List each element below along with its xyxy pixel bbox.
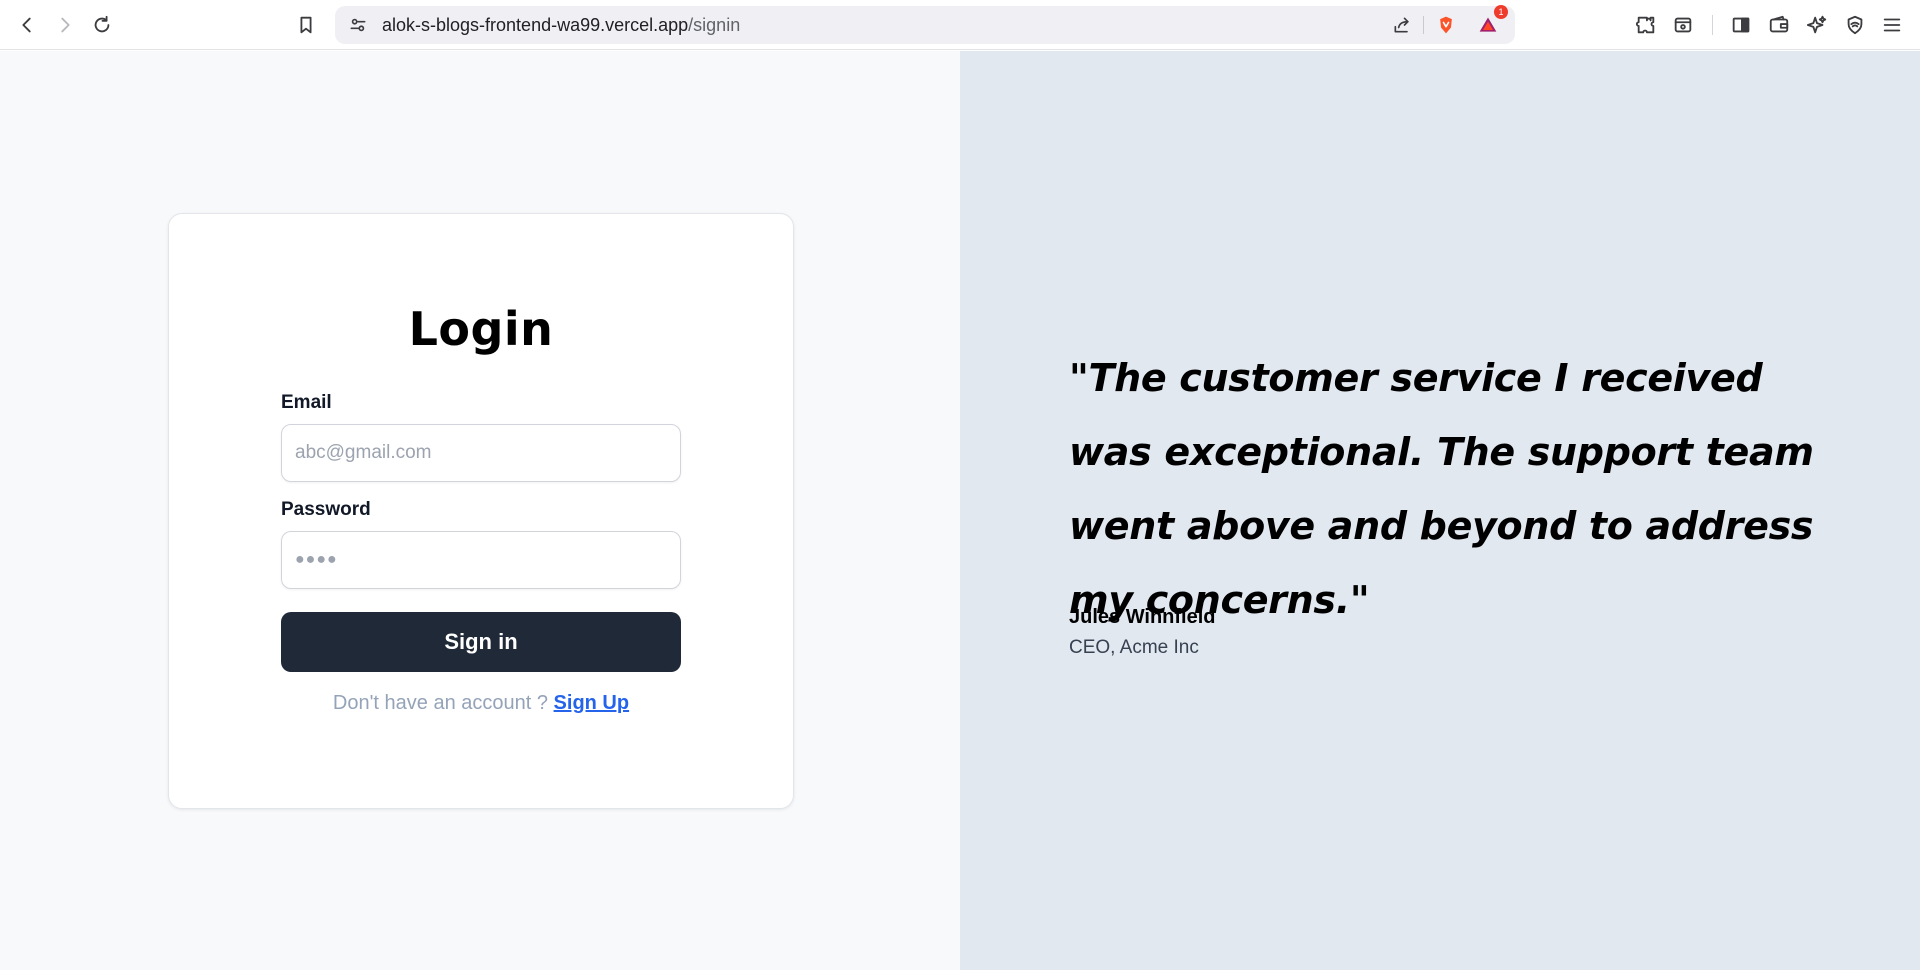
wallet-icon[interactable] [1764,10,1794,40]
page: Login Email Password ●●●● Sign in Don't … [0,51,1920,970]
login-title: Login [408,302,554,356]
forward-icon[interactable] [50,10,80,40]
url-divider [1423,16,1424,34]
reload-icon[interactable] [87,10,117,40]
password-label: Password [281,499,371,520]
notification-badge: 1 [1494,5,1508,19]
brave-shields-icon[interactable] [1431,10,1461,40]
toolbar-divider [1712,15,1713,35]
back-icon[interactable] [12,10,42,40]
vpn-shield-icon[interactable] [1840,10,1870,40]
login-card: Login Email Password ●●●● Sign in Don't … [168,213,794,809]
testimonial-role: CEO, Acme Inc [1069,637,1199,658]
brave-rewards-icon[interactable]: 1 [1473,5,1508,40]
sidebar-toggle-icon[interactable] [1726,10,1756,40]
sign-up-link[interactable]: Sign Up [554,692,630,714]
extensions-icon[interactable] [1631,10,1661,40]
password-input[interactable] [281,531,681,589]
testimonial-author: Jules Winnfield [1069,606,1216,628]
leo-ai-icon[interactable] [1802,10,1832,40]
testimonial-pane: "The customer service I received was exc… [960,51,1920,970]
site-settings-icon[interactable] [343,10,373,40]
sign-in-button[interactable]: Sign in [281,612,681,672]
testimonial-quote: "The customer service I received was exc… [1069,356,1814,622]
url-host: alok-s-blogs-frontend-wa99.vercel.app [382,15,689,35]
signup-prompt: Don't have an account ? Sign Up [169,692,793,715]
url-text[interactable]: alok-s-blogs-frontend-wa99.vercel.app/si… [382,6,740,44]
menu-icon[interactable] [1877,10,1907,40]
email-label: Email [281,392,332,413]
no-account-text: Don't have an account ? [332,692,554,714]
browser-toolbar: alok-s-blogs-frontend-wa99.vercel.app/si… [0,0,1920,50]
email-input[interactable] [281,424,681,482]
address-bar[interactable]: alok-s-blogs-frontend-wa99.vercel.app/si… [335,5,1515,44]
reader-mode-icon[interactable] [1668,10,1698,40]
login-pane: Login Email Password ●●●● Sign in Don't … [0,51,960,970]
url-path: /signin [688,15,741,35]
bookmark-icon[interactable] [291,10,321,40]
share-icon[interactable] [1387,10,1417,40]
